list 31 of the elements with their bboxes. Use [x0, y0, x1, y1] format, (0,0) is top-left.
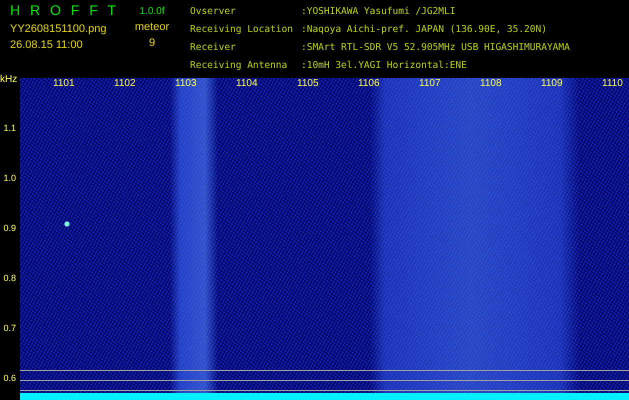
- info-value: :10mH 3el.YAGI Horizontal:ENE: [301, 60, 468, 73]
- frequency-label: 0.9: [3, 223, 16, 233]
- version-label: 1.0.0f: [139, 6, 165, 17]
- info-value: :Naqoya Aichi-pref. JAPAN (136.90E, 35.20N): [301, 24, 548, 37]
- frequency-label: 1.0: [3, 173, 16, 183]
- time-label: 1105: [297, 78, 320, 89]
- time-label: 1102: [114, 78, 137, 89]
- time-label: 1104: [236, 78, 259, 89]
- info-label: Ovserver: [190, 6, 237, 19]
- info-label: Receiver: [190, 42, 237, 55]
- frequency-label: 0.7: [3, 323, 16, 333]
- time-label: 1106: [358, 78, 381, 89]
- frequency-label: 0.8: [3, 273, 16, 283]
- info-label: Receiving Antenna: [190, 60, 288, 73]
- time-label: 1110: [602, 78, 624, 89]
- detection-count: 9: [148, 37, 156, 49]
- time-label: 1101: [53, 78, 76, 89]
- frequency-label: 1.1: [3, 123, 16, 133]
- frequency-label: 0.6: [3, 373, 16, 383]
- info-value: :YOSHIKAWA Yasufumi /JG2MLI: [301, 6, 456, 19]
- timestamp: 26.08.15 11:00: [10, 39, 84, 51]
- detection-label: meteor: [134, 21, 170, 33]
- file-name: YY2608151100.png: [10, 23, 108, 35]
- time-label: 1107: [419, 78, 442, 89]
- time-label: 1109: [541, 78, 564, 89]
- axis-unit: kHz: [0, 74, 18, 85]
- info-label: Receiving Location: [190, 24, 294, 37]
- info-value: :SMArt RTL-SDR V5 52.905MHz USB HIGASHIMURAYAMA: [301, 42, 570, 55]
- time-label: 1103: [175, 78, 198, 89]
- program-title: H R O F F T: [10, 2, 119, 19]
- time-label: 1108: [480, 78, 503, 89]
